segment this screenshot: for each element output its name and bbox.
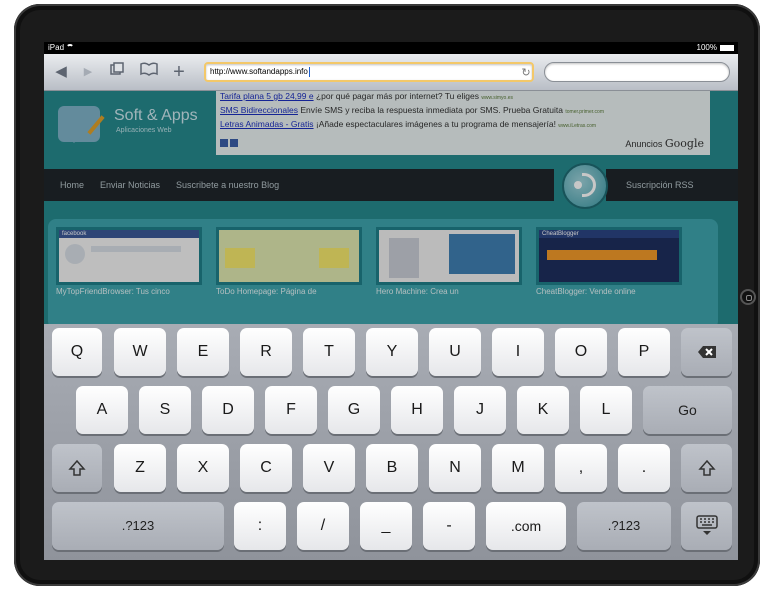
pages-icon[interactable] bbox=[108, 62, 126, 82]
text-caret bbox=[308, 66, 310, 77]
backspace-icon bbox=[697, 346, 716, 358]
url-text: http://www.softandapps.info bbox=[210, 67, 308, 76]
bookmarks-icon[interactable] bbox=[138, 62, 160, 82]
key-w[interactable]: W bbox=[114, 328, 166, 376]
battery-icon bbox=[720, 45, 734, 51]
key-period[interactable]: . bbox=[618, 444, 670, 492]
browser-toolbar: ◀ ▶ + http://www.softandapps.info ↻ bbox=[44, 54, 738, 91]
hide-keyboard-icon bbox=[695, 515, 718, 535]
key-j[interactable]: J bbox=[454, 386, 506, 434]
dotcom-key[interactable]: .com bbox=[486, 502, 566, 550]
key-slash[interactable]: / bbox=[297, 502, 349, 550]
key-v[interactable]: V bbox=[303, 444, 355, 492]
webpage-content[interactable]: Soft & Apps Aplicaciones Web Tarifa plan… bbox=[44, 91, 738, 324]
key-underscore[interactable]: _ bbox=[360, 502, 412, 550]
key-o[interactable]: O bbox=[555, 328, 607, 376]
key-k[interactable]: K bbox=[517, 386, 569, 434]
key-n[interactable]: N bbox=[429, 444, 481, 492]
key-g[interactable]: G bbox=[328, 386, 380, 434]
home-button[interactable] bbox=[740, 289, 756, 305]
key-p[interactable]: P bbox=[618, 328, 670, 376]
key-comma[interactable]: , bbox=[555, 444, 607, 492]
status-bar: iPad 100% bbox=[44, 42, 738, 54]
shift-key-right[interactable] bbox=[681, 444, 732, 492]
back-icon[interactable]: ◀ bbox=[52, 62, 70, 82]
hide-keyboard-key[interactable] bbox=[681, 502, 732, 550]
key-m[interactable]: M bbox=[492, 444, 544, 492]
dimming-overlay bbox=[44, 91, 738, 324]
key-a[interactable]: A bbox=[76, 386, 128, 434]
numbers-key-right[interactable]: .?123 bbox=[577, 502, 671, 550]
wifi-icon bbox=[66, 44, 75, 50]
numbers-key-left[interactable]: .?123 bbox=[52, 502, 224, 550]
key-r[interactable]: R bbox=[240, 328, 292, 376]
shift-icon bbox=[697, 459, 716, 476]
battery-percent: 100% bbox=[696, 43, 717, 52]
reload-icon[interactable]: ↻ bbox=[520, 66, 532, 80]
key-s[interactable]: S bbox=[139, 386, 191, 434]
key-u[interactable]: U bbox=[429, 328, 481, 376]
status-left: iPad bbox=[48, 42, 75, 54]
shift-key-left[interactable] bbox=[52, 444, 102, 492]
key-x[interactable]: X bbox=[177, 444, 229, 492]
url-field[interactable]: http://www.softandapps.info bbox=[204, 62, 534, 82]
key-colon[interactable]: : bbox=[234, 502, 286, 550]
key-d[interactable]: D bbox=[202, 386, 254, 434]
add-icon[interactable]: + bbox=[170, 62, 188, 82]
key-b[interactable]: B bbox=[366, 444, 418, 492]
key-t[interactable]: T bbox=[303, 328, 355, 376]
onscreen-keyboard: Q W E R T Y U I O P A S D F G H J K L Go… bbox=[44, 324, 738, 560]
forward-icon[interactable]: ▶ bbox=[80, 62, 96, 82]
search-input[interactable] bbox=[544, 62, 730, 82]
key-h[interactable]: H bbox=[391, 386, 443, 434]
status-right: 100% bbox=[697, 42, 734, 54]
device-label: iPad bbox=[48, 43, 65, 52]
key-z[interactable]: Z bbox=[114, 444, 166, 492]
key-y[interactable]: Y bbox=[366, 328, 418, 376]
key-c[interactable]: C bbox=[240, 444, 292, 492]
key-q[interactable]: Q bbox=[52, 328, 102, 376]
key-e[interactable]: E bbox=[177, 328, 229, 376]
key-i[interactable]: I bbox=[492, 328, 544, 376]
screen: iPad 100% ◀ ▶ + http://www.softandapps.i… bbox=[44, 42, 738, 560]
key-hyphen[interactable]: - bbox=[423, 502, 475, 550]
shift-icon bbox=[68, 459, 86, 476]
backspace-key[interactable] bbox=[681, 328, 732, 376]
go-key[interactable]: Go bbox=[643, 386, 732, 434]
key-l[interactable]: L bbox=[580, 386, 632, 434]
key-f[interactable]: F bbox=[265, 386, 317, 434]
